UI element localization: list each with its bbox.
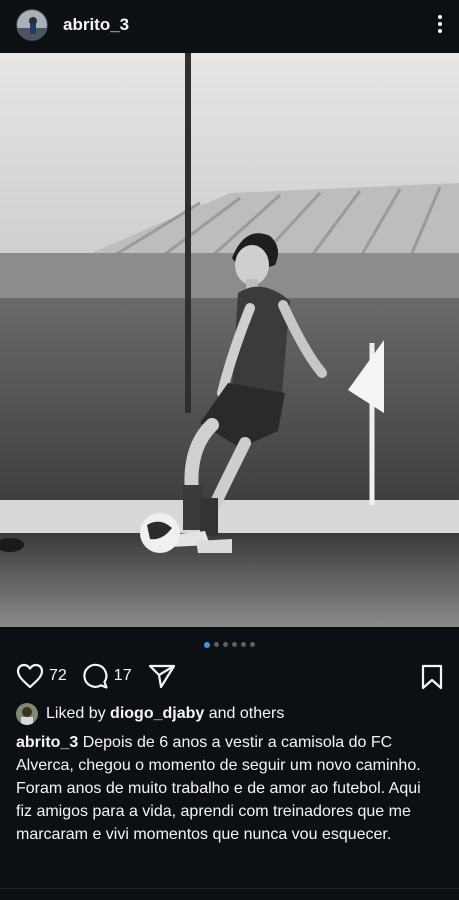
like-button[interactable]: 72 (16, 663, 67, 689)
profile-avatar[interactable] (16, 9, 48, 41)
caption-username[interactable]: abrito_3 (16, 734, 78, 751)
post-caption: abrito_3 Depois de 6 anos a vestir a cam… (16, 731, 436, 846)
carousel-dot (223, 642, 228, 647)
carousel-dot (241, 642, 246, 647)
more-options-button[interactable] (437, 14, 443, 34)
more-vertical-icon (438, 15, 442, 33)
share-button[interactable] (148, 663, 176, 689)
action-bar: 72 17 (16, 660, 443, 692)
like-count[interactable]: 72 (49, 667, 67, 685)
comment-count[interactable]: 17 (114, 667, 132, 685)
carousel-indicator (0, 641, 459, 648)
comment-icon (83, 663, 108, 689)
post-header: abrito_3 (0, 0, 459, 50)
carousel-dot (250, 642, 255, 647)
liked-by-user[interactable]: diogo_djaby (110, 705, 204, 723)
liked-by-avatar[interactable] (16, 703, 38, 725)
comment-button[interactable]: 17 (81, 662, 132, 690)
carousel-dot (214, 642, 219, 647)
post-image[interactable] (0, 53, 459, 627)
liked-by-row: Liked by diogo_djaby and others (16, 703, 284, 725)
divider (0, 888, 459, 889)
liked-by-prefix: Liked by (46, 705, 106, 722)
liked-by-suffix[interactable]: and others (209, 705, 285, 723)
carousel-dot (232, 642, 237, 647)
heart-icon (16, 663, 44, 689)
bookmark-icon (421, 664, 443, 690)
post-username[interactable]: abrito_3 (63, 15, 129, 35)
save-button[interactable] (421, 664, 443, 695)
carousel-dot-active (204, 641, 210, 648)
share-icon (148, 664, 175, 689)
